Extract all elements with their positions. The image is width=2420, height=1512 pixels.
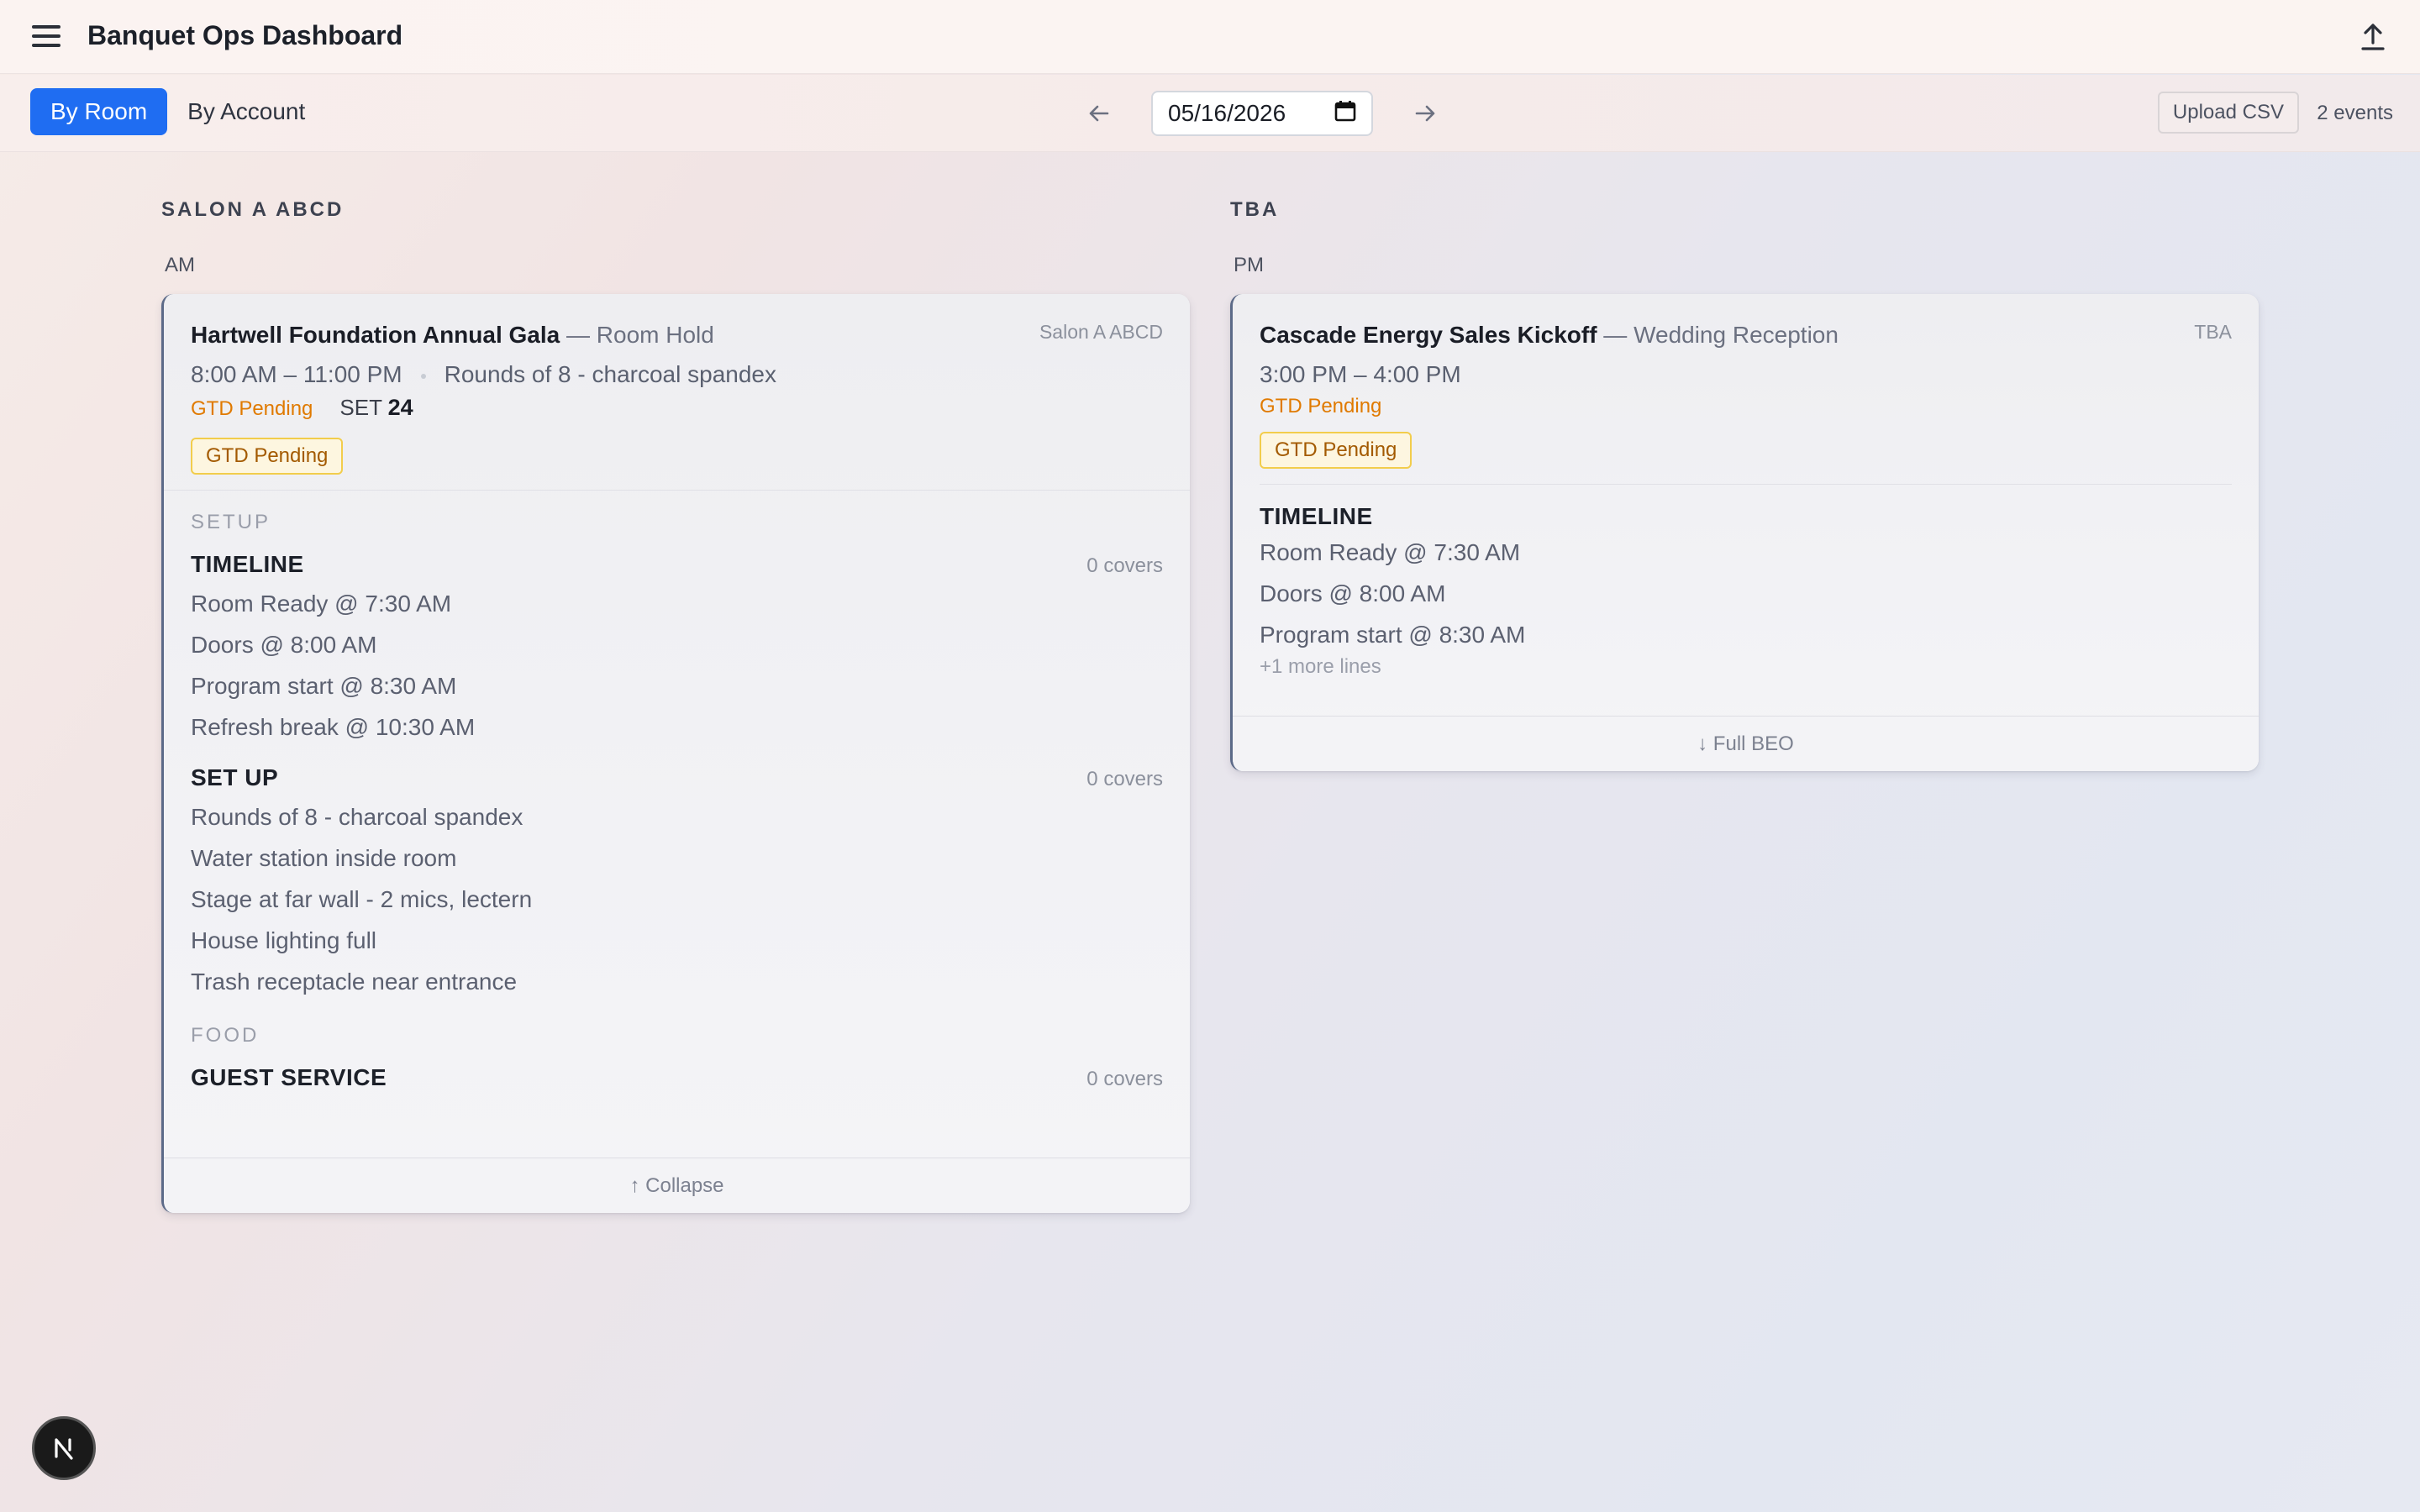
tab-by-account[interactable]: By Account (167, 88, 325, 135)
date-navigator: 05/16/2026 (1081, 90, 1444, 137)
timeline-lines: Room Ready @ 7:30 AM Doors @ 8:00 AM Pro… (1260, 532, 2232, 655)
arrow-right-icon[interactable] (1407, 95, 1444, 132)
list-item: Refresh break @ 10:30 AM (191, 714, 476, 740)
event-details: TIMELINE Room Ready @ 7:30 AM Doors @ 8:… (1233, 485, 2259, 679)
nextjs-logo-icon[interactable] (32, 1416, 96, 1480)
event-details: SETUP TIMELINE 0 covers Room Ready @ 7:3… (164, 491, 1190, 1091)
covers-count: 0 covers (1086, 768, 1163, 790)
collapse-button[interactable]: ↑ Collapse (164, 1158, 1190, 1213)
room-heading-salon: SALON A ABCD (161, 198, 345, 221)
toolbar: By Room By Account 05/16/2026 Upload CSV… (0, 75, 2420, 152)
event-type: — Wedding Reception (1603, 322, 1839, 348)
list-item: Program start @ 8:30 AM (1260, 622, 1526, 648)
separator-dot (420, 373, 426, 379)
covers-count: 0 covers (1086, 1068, 1163, 1090)
list-item: Doors @ 8:00 AM (191, 632, 377, 658)
app-title: Banquet Ops Dashboard (87, 20, 403, 50)
event-name: Hartwell Foundation Annual Gala (191, 322, 560, 348)
list-item: Program start @ 8:30 AM (191, 673, 457, 699)
slot-label-am: AM (165, 254, 195, 276)
set-value: 24 (387, 395, 413, 420)
status-badge: GTD Pending (191, 438, 344, 475)
slot-label-pm: PM (1234, 254, 1264, 276)
subsection-header-guest-service: GUEST SERVICE 0 covers (191, 1064, 1163, 1091)
arrow-left-icon[interactable] (1081, 95, 1118, 132)
status-text: GTD Pending (191, 397, 313, 420)
section-label-food: FOOD (191, 1024, 260, 1047)
event-title: Hartwell Foundation Annual Gala — Room H… (191, 319, 1163, 351)
app-header: Banquet Ops Dashboard (0, 0, 2420, 74)
list-item: Trash receptacle near entrance (191, 969, 518, 995)
event-title: Cascade Energy Sales Kickoff — Wedding R… (1260, 319, 2232, 351)
setup-lines: Rounds of 8 - charcoal spandex Water sta… (191, 796, 1163, 1002)
event-card-hartwell[interactable]: Salon A ABCD Hartwell Foundation Annual … (161, 294, 1190, 1213)
more-lines-indicator[interactable]: +1 more lines (1260, 655, 2232, 679)
full-beo-button[interactable]: ↓ Full BEO (1233, 716, 2259, 771)
set-label: SET (339, 395, 382, 420)
tab-by-room[interactable]: By Room (30, 88, 168, 135)
list-item: Stage at far wall - 2 mics, lectern (191, 886, 533, 912)
subsection-title: SET UP (191, 764, 279, 790)
timeline-lines: Room Ready @ 7:30 AM Doors @ 8:00 AM Pro… (191, 583, 1163, 748)
event-time-row: 8:00 AM – 11:00 PM Rounds of 8 - charcoal… (191, 360, 1163, 390)
calendar-icon[interactable] (1334, 100, 1356, 128)
event-summary: Hartwell Foundation Annual Gala — Room H… (164, 294, 1190, 475)
hamburger-menu-icon[interactable] (30, 24, 64, 50)
event-type: — Room Hold (566, 322, 714, 348)
event-card-cascade[interactable]: TBA Cascade Energy Sales Kickoff — Weddi… (1230, 294, 2259, 771)
room-heading-tba: TBA (1230, 198, 1280, 221)
list-item: Doors @ 8:00 AM (1260, 580, 1446, 606)
event-setup-summary: Rounds of 8 - charcoal spandex (444, 361, 776, 387)
event-time: 3:00 PM – 4:00 PM (1260, 361, 1461, 387)
subsection-header-timeline: TIMELINE 0 covers (191, 551, 1163, 578)
event-name: Cascade Energy Sales Kickoff (1260, 322, 1597, 348)
list-item: Rounds of 8 - charcoal spandex (191, 804, 523, 830)
status-row: GTD Pending SET 24 (191, 395, 1163, 421)
list-item: Water station inside room (191, 845, 457, 871)
view-toggle: By Room By Account (30, 88, 325, 135)
subsection-title: TIMELINE (191, 551, 304, 577)
upload-icon[interactable] (2356, 20, 2390, 54)
status-badge: GTD Pending (1260, 432, 1413, 469)
date-input[interactable]: 05/16/2026 (1151, 91, 1373, 136)
section-label-setup: SETUP (191, 511, 271, 533)
covers-count: 0 covers (1086, 554, 1163, 577)
event-count: 2 events (2317, 102, 2393, 124)
subsection-header-setup: SET UP 0 covers (191, 764, 1163, 791)
status-text: GTD Pending (1260, 395, 1382, 417)
date-value: 05/16/2026 (1168, 100, 1286, 126)
event-summary: Cascade Energy Sales Kickoff — Wedding R… (1233, 294, 2259, 469)
upload-csv-button[interactable]: Upload CSV (2157, 92, 2299, 134)
subsection-title: TIMELINE (1260, 503, 1373, 529)
list-item: House lighting full (191, 927, 377, 953)
subsection-title: GUEST SERVICE (191, 1064, 387, 1090)
list-item: Room Ready @ 7:30 AM (1260, 539, 1521, 565)
list-item: Room Ready @ 7:30 AM (191, 591, 452, 617)
event-time: 8:00 AM – 11:00 PM (191, 361, 402, 387)
